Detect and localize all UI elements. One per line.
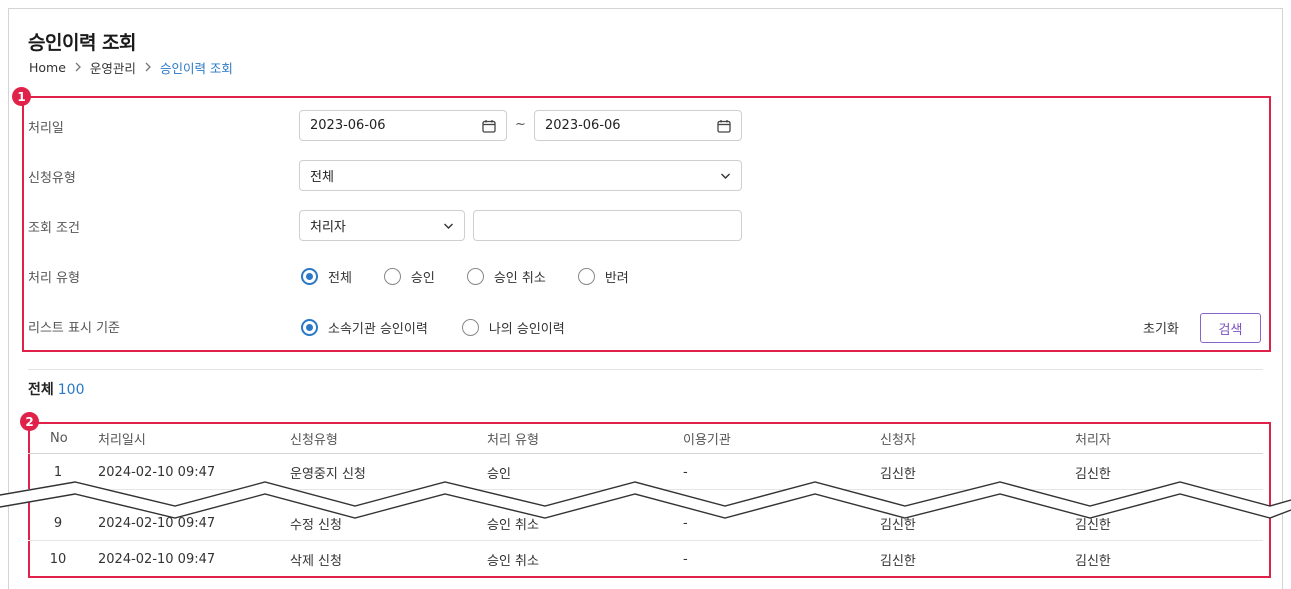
- filter-row-list-basis: 리스트 표시 기준: [28, 310, 1268, 342]
- breadcrumb: Home 운영관리 승인이력 조회: [29, 58, 233, 77]
- process-type-option-rejected[interactable]: 반려: [577, 267, 629, 286]
- radio-icon[interactable]: [383, 268, 401, 285]
- breadcrumb-operations[interactable]: 운영관리: [90, 58, 136, 77]
- request-type-value: 전체: [310, 170, 334, 185]
- date-to-input[interactable]: 2023-06-06: [534, 110, 742, 141]
- column-header-processed-at: 처리일시: [98, 433, 146, 448]
- cell-requester: 김신한: [880, 553, 916, 569]
- process-type-option-label: 반려: [604, 271, 629, 286]
- total-label: 전체: [28, 382, 54, 398]
- request-type-label: 신청유형: [28, 170, 76, 186]
- list-basis-option-org[interactable]: 소속기관 승인이력: [301, 318, 428, 337]
- column-header-processor: 처리자: [1075, 433, 1111, 448]
- process-type-option-label: 승인 취소: [493, 271, 546, 286]
- process-type-option-approved[interactable]: 승인: [383, 267, 435, 286]
- column-header-organization: 이용기관: [683, 433, 731, 448]
- page-title: 승인이력 조회: [28, 32, 137, 54]
- column-header-process-type: 처리 유형: [487, 433, 539, 448]
- list-basis-option-label: 나의 승인이력: [488, 322, 565, 337]
- date-label: 처리일: [28, 120, 64, 136]
- section-divider: [28, 369, 1263, 370]
- process-type-option-approval-cancel[interactable]: 승인 취소: [466, 267, 546, 286]
- radio-checked-icon[interactable]: [301, 268, 318, 285]
- process-type-label: 처리 유형: [28, 270, 80, 286]
- date-from-value: 2023-06-06: [310, 118, 386, 133]
- radio-icon[interactable]: [577, 268, 595, 285]
- annotation-marker-1: 1: [12, 87, 31, 106]
- list-basis-label: 리스트 표시 기준: [28, 320, 120, 336]
- column-header-request-type: 신청유형: [290, 433, 338, 448]
- list-basis-option-mine[interactable]: 나의 승인이력: [461, 318, 565, 337]
- filter-row-process-type: 처리 유형: [28, 260, 1268, 292]
- radio-checked-icon[interactable]: [301, 319, 318, 336]
- cell-request-type: 삭제 신청: [290, 553, 342, 569]
- process-type-option-label: 승인: [410, 271, 435, 286]
- process-type-option-all[interactable]: 전체: [301, 267, 352, 286]
- search-condition-label: 조회 조건: [28, 220, 80, 236]
- cell-organization: -: [683, 551, 688, 567]
- column-header-no: No: [50, 431, 68, 446]
- cell-processed-at: 2024-02-10 09:47: [98, 551, 216, 567]
- breadcrumb-home[interactable]: Home: [29, 60, 66, 75]
- reset-button[interactable]: 초기화: [1143, 318, 1179, 337]
- radio-icon[interactable]: [466, 268, 484, 285]
- calendar-icon[interactable]: [482, 119, 496, 133]
- search-button[interactable]: 검색: [1200, 313, 1261, 343]
- list-basis-radio-group: 소속기관 승인이력 나의 승인이력: [301, 318, 565, 337]
- date-to-value: 2023-06-06: [545, 118, 621, 133]
- search-condition-value: 처리자: [310, 220, 346, 235]
- calendar-icon[interactable]: [717, 119, 731, 133]
- table-break-indicator: [0, 481, 1291, 519]
- cell-processor: 김신한: [1075, 553, 1111, 569]
- search-condition-select[interactable]: 처리자: [299, 210, 465, 241]
- process-type-option-label: 전체: [328, 271, 352, 286]
- date-range-separator: ~: [515, 117, 526, 132]
- cell-process-type: 승인 취소: [487, 553, 539, 569]
- list-basis-option-label: 소속기관 승인이력: [328, 322, 428, 337]
- column-header-requester: 신청자: [880, 433, 916, 448]
- search-text-input[interactable]: [473, 210, 742, 241]
- total-count: 100: [57, 382, 85, 398]
- request-type-select[interactable]: 전체: [299, 160, 742, 191]
- chevron-down-icon: [721, 173, 730, 179]
- table-header: No 처리일시 신청유형 처리 유형 이용기관 신청자 처리자: [28, 424, 1263, 454]
- breadcrumb-current: 승인이력 조회: [159, 61, 233, 76]
- total-summary: 전체 100: [28, 379, 85, 399]
- table-row[interactable]: 10 2024-02-10 09:47 삭제 신청 승인 취소 - 김신한 김신…: [28, 542, 1263, 576]
- chevron-right-icon: [74, 61, 82, 75]
- chevron-right-icon: [144, 61, 152, 75]
- date-from-input[interactable]: 2023-06-06: [299, 110, 507, 141]
- chevron-down-icon: [444, 223, 453, 229]
- cell-no: 10: [49, 551, 67, 567]
- process-type-radio-group: 전체 승인 승인 취소 반려: [301, 267, 629, 286]
- annotation-marker-2: 2: [20, 412, 39, 431]
- radio-icon[interactable]: [461, 319, 479, 336]
